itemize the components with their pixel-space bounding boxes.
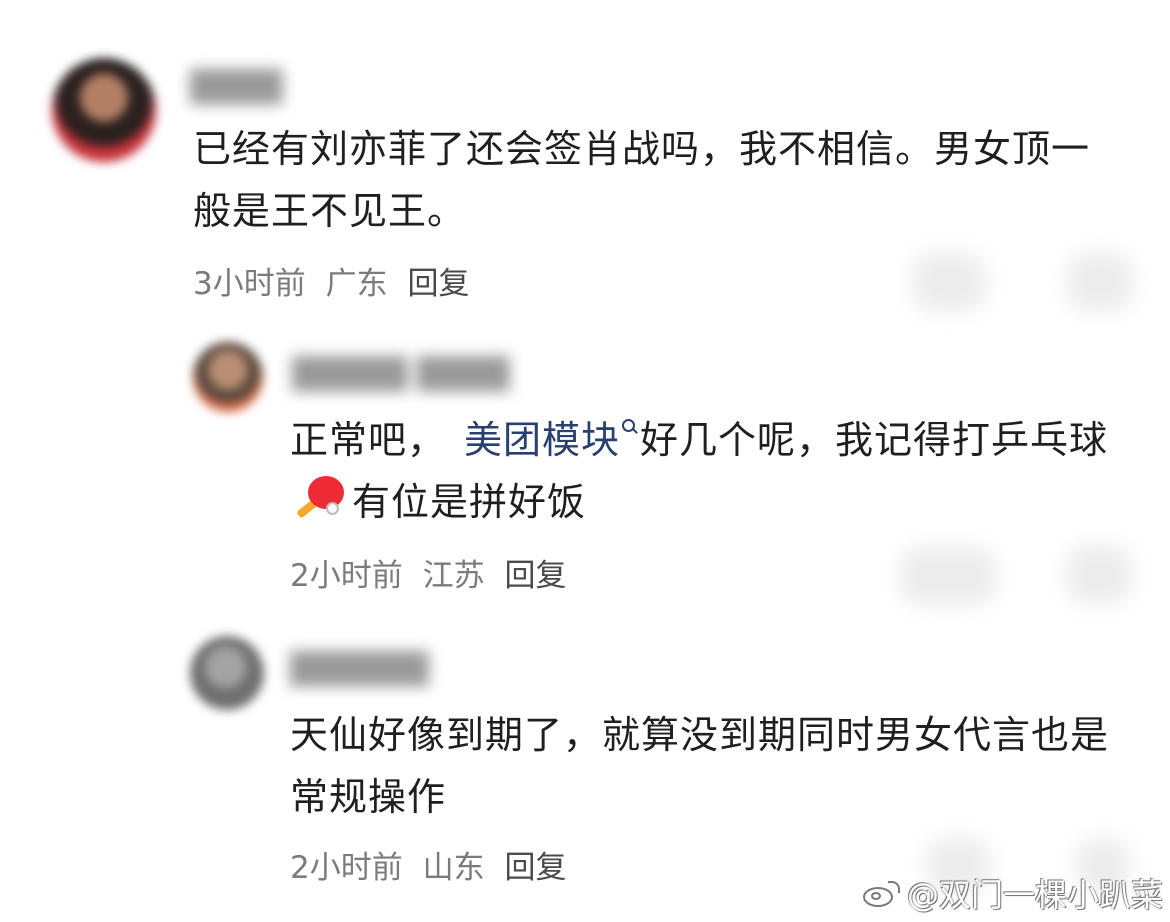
reply-location: 江苏 — [422, 558, 485, 594]
watermark-text: @双门一棵小趴菜 — [906, 876, 1163, 914]
comment-time: 3小时前 — [193, 266, 306, 302]
comment-thread-screenshot: ████ 已经有刘亦菲了还会签肖战吗，我不相信。男女顶一般是王不见王。 3小时前… — [0, 0, 1170, 922]
reply-location: 山东 — [422, 850, 485, 886]
reply-text: 天仙好像到期了，就算没到期同时男女代言也是常规操作 — [290, 713, 1110, 819]
comment-location: 广东 — [325, 266, 388, 302]
reply-time: 2小时前 — [290, 850, 403, 886]
like-icon[interactable] — [912, 253, 986, 311]
reply-button[interactable]: 回复 — [504, 558, 566, 594]
watermark: @双门一棵小趴菜 — [861, 870, 1163, 916]
reply-text-middle: 好几个呢，我记得打乒乓球 — [640, 418, 1109, 462]
dislike-icon[interactable] — [1067, 253, 1133, 311]
reply-username[interactable]: █████ ████ — [292, 357, 509, 392]
reply-avatar[interactable] — [193, 342, 263, 412]
commenter-username[interactable]: ████ — [190, 70, 282, 105]
dislike-icon[interactable] — [1066, 545, 1132, 603]
reply-button[interactable]: 回复 — [407, 266, 469, 302]
like-icon[interactable] — [900, 547, 996, 605]
reply-button[interactable]: 回复 — [504, 850, 566, 886]
reply-username[interactable]: ██████ — [290, 652, 428, 687]
reply-meta: 2小时前 江苏 回复 — [290, 550, 576, 595]
comment-text: 已经有刘亦菲了还会签肖战吗，我不相信。男女顶一般是王不见王。 — [193, 127, 1091, 233]
ping-pong-emoji — [292, 475, 350, 521]
search-icon — [622, 419, 638, 434]
weibo-logo-icon — [861, 879, 901, 913]
reply-text-suffix: 有位是拼好饭 — [352, 480, 587, 524]
reply-text-prefix: 正常吧， — [290, 418, 447, 462]
search-link[interactable]: 美团模块 — [464, 418, 620, 462]
reply-text: 正常吧， 美团模块 好几个呢，我记得打乒乓球有位是拼好饭 — [290, 409, 1110, 533]
reply-avatar[interactable] — [190, 636, 264, 710]
reply-meta: 2小时前 山东 回复 — [290, 842, 576, 887]
commenter-avatar[interactable] — [52, 58, 156, 162]
reply-time: 2小时前 — [290, 558, 403, 594]
comment-meta: 3小时前 广东 回复 — [193, 258, 479, 303]
